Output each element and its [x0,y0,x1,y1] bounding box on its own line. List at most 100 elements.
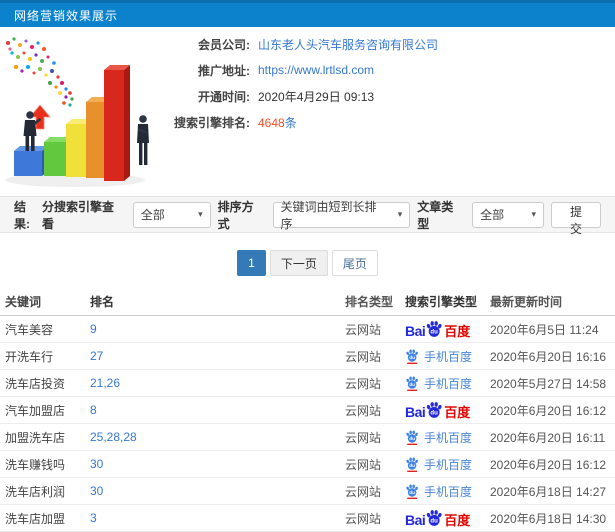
title-bar: 网络营销效果展示 [0,0,615,27]
open-time-label: 开通时间: [198,89,250,104]
mobile-baidu-text: 手机百度 [424,349,473,364]
baidu-logo-text: Bai [405,512,426,527]
ranking-count: 4648 [258,115,285,130]
updated-cell: 2020年6月18日 14:30 [490,511,607,526]
company-label: 会员公司: [198,37,250,52]
result-label: 结果: [14,199,30,231]
baidu-logo-text: Bai [405,404,426,419]
sort-select[interactable]: 关键词由短到长排序 ▾ [272,200,411,231]
rank-cell: 9 [90,322,97,336]
mobile-baidu-text: 手机百度 [424,484,473,499]
keyword-cell: 洗车赚钱吗 [5,457,66,472]
engine-cell: Bai du 百度 [405,509,490,527]
keyword-cell: 洗车店投资 [5,376,66,391]
baidu-paw-icon: du [427,510,442,526]
rank-cell: 27 [90,349,104,363]
page-1-button[interactable]: 1 [237,250,266,276]
mobile-baidu-logo: du 手机百度 [405,429,472,446]
engine-cell: Bai du 百度 [405,401,490,419]
info-row-company: 会员公司: 山东老人头汽车服务咨询有限公司 [158,36,438,52]
engine-filter-select[interactable]: 全部 ▾ [132,201,211,228]
article-type-label: 文章类型 [417,199,454,231]
baidu-logo-cn-text: 百度 [444,513,471,527]
businessman-right [137,115,149,165]
svg-text:du: du [431,410,439,417]
engine-ranking-label: 搜索引擎排名: [174,115,250,130]
info-section: 会员公司: 山东老人头汽车服务咨询有限公司 推广地址: https://www.… [0,27,615,196]
table-row: 洗车店加盟 3 云网站 Bai du 百度 2020年6月18日 14:30 [0,505,615,532]
filter-bar: 结果: 分搜索引擎查看 全部 ▾ 排序方式 关键词由短到长排序 ▾ 文章类型 全… [0,196,615,236]
svg-text:du: du [409,463,415,469]
table-row: 洗车店投资 21,26 云网站 du 手机百度 2020年5月27日 14:58 [0,370,615,397]
mobile-baidu-text: 手机百度 [424,430,473,445]
rank-type-cell: 云网站 [345,430,382,445]
baidu-logo: Bai du 百度 [405,401,470,419]
header-rank-type: 排名类型 [345,294,394,309]
keyword-cell: 加盟洗车店 [5,430,66,445]
table-row: 汽车美容 9 云网站 Bai du 百度 2020年6月5日 11:24 [0,316,615,343]
ranking-count-unit: 条 [284,115,297,130]
article-type-select[interactable]: 全部 ▾ [472,201,545,228]
confetti-dots [6,37,74,107]
engine-cell: du 手机百度 [405,348,490,365]
engine-cell: du 手机百度 [405,375,490,392]
updated-cell: 2020年6月20日 16:11 [490,430,606,445]
baidu-logo: Bai du 百度 [405,509,470,527]
chevron-down-icon: ▾ [531,209,537,219]
company-name-link[interactable]: 山东老人头汽车服务咨询有限公司 [258,38,438,52]
sort-label: 排序方式 [217,199,254,231]
rank-type-cell: 云网站 [345,376,382,391]
company-info: 会员公司: 山东老人头汽车服务咨询有限公司 推广地址: https://www.… [158,36,438,140]
engine-cell: du 手机百度 [405,456,490,473]
info-row-ranking: 搜索引擎排名: 4648条 [158,114,438,130]
mobile-baidu-logo: du 手机百度 [405,375,472,392]
page-title: 网络营销效果展示 [14,8,119,23]
baidu-paw-icon: du [406,349,418,364]
baidu-paw-icon: du [427,321,442,337]
engine-cell: du 手机百度 [405,483,490,500]
last-page-button[interactable]: 尾页 [331,250,378,276]
ranking-table: 关键词 排名 排名类型 搜索引擎类型 最新更新时间 汽车美容 9 云网站 Bai… [0,287,615,532]
table-row: 洗车店利润 30 云网站 du 手机百度 2020年6月18日 14:27 [0,478,615,505]
table-row: 加盟洗车店 25,28,28 云网站 du 手机百度 2020年6月20日 16… [0,424,615,451]
chevron-down-icon: ▾ [397,209,403,219]
svg-text:du: du [409,355,415,361]
engine-cell: du 手机百度 [405,429,490,446]
table-header-row: 关键词 排名 排名类型 搜索引擎类型 最新更新时间 [0,287,615,316]
baidu-logo-cn-text: 百度 [444,405,471,419]
keyword-cell: 汽车美容 [5,322,54,337]
promo-url-link[interactable]: https://www.lrtlsd.com [258,63,374,77]
rank-type-cell: 云网站 [345,511,382,526]
engine-filter-value: 全部 [140,208,165,222]
header-rank: 排名 [90,294,115,309]
next-page-button[interactable]: 下一页 [269,250,328,276]
mobile-baidu-text: 手机百度 [424,376,473,391]
rank-type-cell: 云网站 [345,349,382,364]
rank-type-cell: 云网站 [345,322,382,337]
header-engine-type: 搜索引擎类型 [405,294,478,309]
rank-cell: 30 [90,457,104,471]
submit-button[interactable]: 提交 [551,201,601,236]
table-body: 汽车美容 9 云网站 Bai du 百度 2020年6月5日 11:24 开洗车… [0,316,615,532]
updated-cell: 2020年6月20日 16:12 [490,403,607,418]
mobile-baidu-text: 手机百度 [424,457,473,472]
updated-cell: 2020年6月5日 11:24 [490,322,599,337]
sort-value: 关键词由短到长排序 [280,199,377,231]
engine-filter-label: 分搜索引擎查看 [41,199,114,231]
mobile-baidu-logo: du 手机百度 [405,348,472,365]
rank-type-cell: 云网站 [345,457,382,472]
baidu-logo-cn-text: 百度 [444,324,471,338]
table-row: 洗车赚钱吗 30 云网站 du 手机百度 2020年6月20日 16:12 [0,451,615,478]
engine-cell: Bai du 百度 [405,320,490,338]
table-row: 汽车加盟店 8 云网站 Bai du 百度 2020年6月20日 16:12 [0,397,615,424]
header-keyword: 关键词 [5,294,42,309]
bar-chart-illustration [5,37,149,187]
baidu-paw-icon: du [406,484,418,499]
rank-cell: 8 [90,403,97,417]
svg-text:du: du [409,382,415,388]
svg-text:du: du [409,490,415,496]
article-type-value: 全部 [480,208,505,222]
promo-url-label: 推广地址: [198,63,250,78]
updated-cell: 2020年6月18日 14:27 [490,484,607,499]
svg-text:du: du [409,436,415,442]
